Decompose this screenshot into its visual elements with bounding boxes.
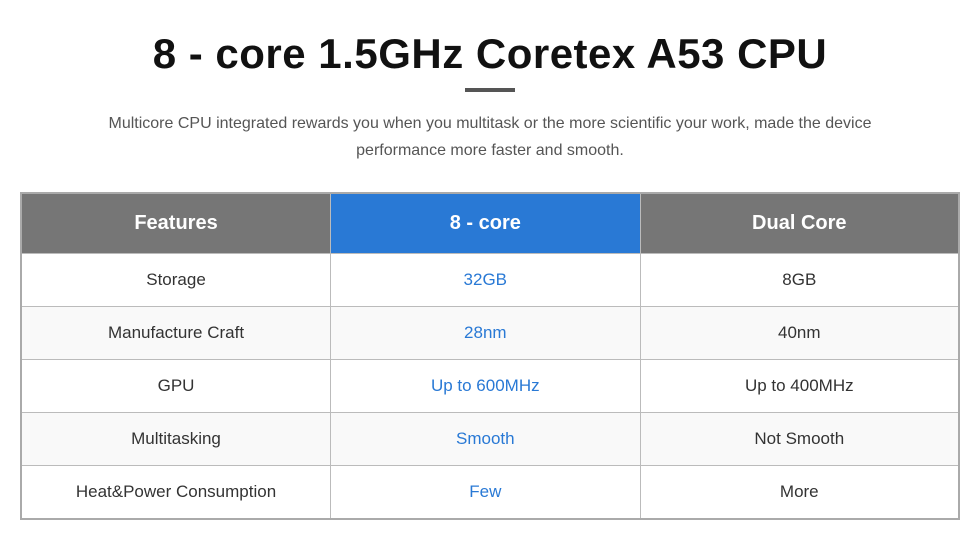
table-row: GPUUp to 600MHzUp to 400MHz [21,360,959,413]
col1-cell: 32GB [331,254,641,307]
feature-cell: Storage [21,254,331,307]
col1-cell: Smooth [331,413,641,466]
subtitle: Multicore CPU integrated rewards you whe… [80,110,900,164]
table-row: Heat&Power ConsumptionFewMore [21,466,959,520]
col1-cell: 28nm [331,307,641,360]
table-row: Manufacture Craft28nm40nm [21,307,959,360]
header-features: Features [21,193,331,254]
header-8core: 8 - core [331,193,641,254]
title-divider [465,88,515,92]
header-dualcore: Dual Core [640,193,959,254]
feature-cell: GPU [21,360,331,413]
table-row: Storage32GB8GB [21,254,959,307]
feature-cell: Multitasking [21,413,331,466]
col2-cell: More [640,466,959,520]
table-header-row: Features 8 - core Dual Core [21,193,959,254]
col1-cell: Up to 600MHz [331,360,641,413]
col1-cell: Few [331,466,641,520]
page-title: 8 - core 1.5GHz Coretex A53 CPU [153,30,828,78]
table-row: MultitaskingSmoothNot Smooth [21,413,959,466]
col2-cell: Up to 400MHz [640,360,959,413]
feature-cell: Manufacture Craft [21,307,331,360]
comparison-table: Features 8 - core Dual Core Storage32GB8… [20,192,960,520]
feature-cell: Heat&Power Consumption [21,466,331,520]
col2-cell: Not Smooth [640,413,959,466]
col2-cell: 40nm [640,307,959,360]
col2-cell: 8GB [640,254,959,307]
